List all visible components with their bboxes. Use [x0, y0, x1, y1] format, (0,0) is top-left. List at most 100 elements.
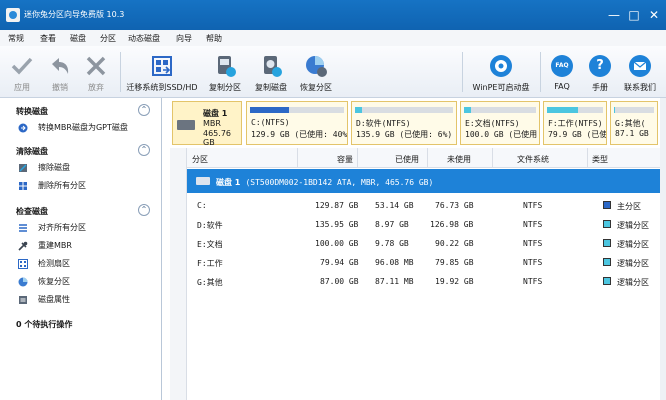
sidebar-item-recover-partition[interactable]: 恢复分区 [18, 275, 158, 289]
table-row[interactable]: E:文档 100.00 GB 9.78 GB 90.22 GB NTFS 逻辑分… [187, 234, 666, 253]
partition-title: D:软件(NTFS) [356, 119, 411, 128]
sidebar: 转换磁盘 ⌃ 转换MBR磁盘为GPT磁盘 清除磁盘 ⌃ 擦除磁盘 删除所有分区 … [0, 98, 162, 400]
recover-partition-button[interactable]: 恢复分区 [296, 46, 336, 98]
menu-partition[interactable]: 分区 [100, 33, 116, 44]
cell-partition: C: [197, 201, 207, 210]
cell-type: 主分区 [617, 202, 641, 211]
cell-used: 9.78 GB [375, 239, 409, 248]
partition-table: 分区 容量 已使用 未使用 文件系统 类型 磁盘 1 (ST500DM002-1… [170, 148, 666, 400]
undo-button[interactable]: 撤销 [42, 46, 78, 98]
toolbar: 应用 撤销 放弃 迁移系统到SSD/HD 复制分区 复制磁盘 恢复分区 WinP… [0, 46, 666, 98]
collapse-toggle[interactable]: ⌃ [138, 204, 150, 216]
table-row[interactable]: F:工作 79.94 GB 96.08 MB 79.85 GB NTFS 逻辑分… [187, 253, 666, 272]
header-partition[interactable]: 分区 [192, 154, 208, 165]
disk-row-selected[interactable]: 磁盘 1 (ST500DM002-1BD142 ATA, MBR, 465.76… [187, 169, 666, 193]
faq-icon: FAQ [550, 54, 574, 78]
collapse-toggle[interactable]: ⌃ [138, 144, 150, 156]
collapse-toggle[interactable]: ⌃ [138, 104, 150, 116]
pending-operations: 0 个待执行操作 [16, 320, 73, 329]
sidebar-item-rebuild-mbr[interactable]: 重建MBR [18, 239, 158, 253]
minimize-button[interactable]: — [606, 7, 622, 23]
sidebar-item-convert-mbr-to-gpt[interactable]: 转换MBR磁盘为GPT磁盘 [18, 121, 158, 135]
maximize-button[interactable]: □ [626, 7, 642, 23]
table-row[interactable]: C: 129.87 GB 53.14 GB 76.73 GB NTFS 主分区 [187, 196, 666, 215]
cell-unused: 90.22 GB [435, 239, 474, 248]
table-row[interactable]: G:其他 87.00 GB 87.11 MB 19.92 GB NTFS 逻辑分… [187, 272, 666, 291]
header-capacity[interactable]: 容量 [337, 154, 353, 165]
sidebar-item-disk-properties[interactable]: 磁盘属性 [18, 293, 158, 307]
copy-disk-button[interactable]: 复制磁盘 [250, 46, 292, 98]
partition-title: F:工作(NTFS) [548, 119, 603, 128]
cell-partition: E:文档 [197, 240, 223, 249]
header-used[interactable]: 已使用 [395, 154, 419, 165]
copy-disk-icon [259, 54, 283, 78]
disk-type: MBR [203, 119, 221, 128]
table-gutter [170, 148, 187, 400]
menu-help[interactable]: 帮助 [206, 33, 222, 44]
disk-row-label: 磁盘 1 (ST500DM002-1BD142 ATA, MBR, 465.76… [216, 177, 433, 188]
sidebar-item-delete-all-partitions[interactable]: 删除所有分区 [18, 179, 158, 193]
cell-partition: F:工作 [197, 259, 223, 268]
contact-button[interactable]: 联系我们 [620, 46, 660, 98]
menu-view[interactable]: 查看 [40, 33, 56, 44]
cell-used: 53.14 GB [375, 201, 414, 210]
header-filesystem[interactable]: 文件系统 [517, 154, 549, 165]
cell-unused: 126.98 GB [430, 220, 474, 229]
copy-partition-button[interactable]: 复制分区 [204, 46, 246, 98]
table-row[interactable]: D:软件 135.95 GB 8.97 GB 126.98 GB NTFS 逻辑… [187, 215, 666, 234]
recover-partition-icon [304, 54, 328, 78]
partition-block-c[interactable]: C:(NTFS) 129.9 GB (已使用: 40%) [246, 101, 348, 145]
menu-dynamic-disk[interactable]: 动态磁盘 [128, 33, 160, 44]
partition-block-e[interactable]: E:文档(NTFS) 100.0 GB (已使用: [460, 101, 540, 145]
close-button[interactable]: ✕ [646, 7, 662, 23]
cell-type: 逻辑分区 [617, 259, 649, 268]
partition-block-d[interactable]: D:软件(NTFS) 135.9 GB (已使用: 6%) [351, 101, 457, 145]
faq-button[interactable]: FAQ FAQ [546, 46, 578, 98]
cell-type: 逻辑分区 [617, 221, 649, 230]
cell-capacity: 100.00 GB [315, 239, 359, 248]
faq-badge-text: FAQ [555, 62, 569, 69]
migrate-os-button[interactable]: 迁移系统到SSD/HD [126, 46, 198, 98]
header-type[interactable]: 类型 [592, 154, 608, 165]
sidebar-item-wipe-disk[interactable]: 擦除磁盘 [18, 161, 158, 175]
cell-filesystem: NTFS [523, 239, 543, 248]
table-header: 分区 容量 已使用 未使用 文件系统 类型 [187, 148, 666, 168]
copy-partition-icon [213, 54, 237, 78]
menu-wizard[interactable]: 向导 [176, 33, 192, 44]
disk-map: 磁盘 1 MBR 465.76 GB C:(NTFS) 129.9 GB (已使… [170, 99, 660, 147]
close-icon [84, 54, 108, 78]
menu-bar: 常规 查看 磁盘 分区 动态磁盘 向导 帮助 [0, 30, 666, 46]
checkmark-icon [10, 54, 34, 78]
convert-disk-icon [18, 123, 28, 133]
disk-card[interactable]: 磁盘 1 MBR 465.76 GB [172, 101, 242, 147]
partition-block-f[interactable]: F:工作(NTFS) 79.9 GB (已使用: [543, 101, 607, 145]
sidebar-item-surface-test[interactable]: 检测扇区 [18, 257, 158, 271]
discard-label: 放弃 [88, 83, 104, 92]
disk-row-detail: (ST500DM002-1BD142 ATA, MBR, 465.76 GB) [245, 178, 434, 187]
sidebar-item-align-partitions[interactable]: 对齐所有分区 [18, 221, 158, 235]
apply-button[interactable]: 应用 [4, 46, 40, 98]
toolbar-divider [462, 52, 463, 92]
discard-button[interactable]: 放弃 [78, 46, 114, 98]
mail-icon [628, 54, 652, 78]
hard-disk-icon [196, 177, 210, 185]
cell-partition: G:其他 [197, 278, 223, 287]
winpe-button[interactable]: WinPE可启动盘 [466, 46, 536, 98]
header-unused[interactable]: 未使用 [447, 154, 471, 165]
sidebar-item-label: 删除所有分区 [38, 181, 86, 190]
cell-used: 8.97 GB [375, 220, 409, 229]
cell-capacity: 87.00 GB [320, 277, 359, 286]
recover-partition-label: 恢复分区 [300, 83, 332, 92]
sidebar-item-label: 擦除磁盘 [38, 163, 70, 172]
menu-disk[interactable]: 磁盘 [70, 33, 86, 44]
hard-disk-icon [177, 120, 195, 130]
partition-block-g[interactable]: G:其他( 87.1 GB [610, 101, 658, 145]
usage-bar [355, 107, 453, 113]
manual-button[interactable]: ? 手册 [584, 46, 616, 98]
usage-bar [614, 107, 654, 113]
vertical-scrollbar[interactable] [660, 98, 666, 400]
menu-general[interactable]: 常规 [8, 33, 24, 44]
cell-type: 逻辑分区 [617, 278, 649, 287]
disk-row-name: 磁盘 1 [216, 178, 241, 187]
winpe-label: WinPE可启动盘 [472, 83, 530, 92]
